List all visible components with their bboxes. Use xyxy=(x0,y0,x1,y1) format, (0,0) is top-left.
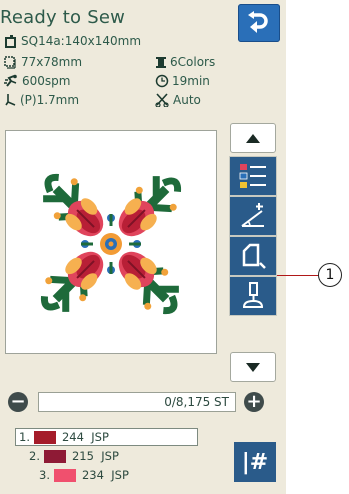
color-list-item[interactable]: 3. 234 JSP xyxy=(39,468,129,482)
presser-foot-row: (P)1.7mm xyxy=(4,93,79,107)
clock-icon xyxy=(155,74,169,88)
callout-line xyxy=(277,275,321,276)
design-preview xyxy=(5,130,217,354)
color-list-item[interactable]: 2. 215 JSP xyxy=(29,449,119,463)
speed-row: 600spm xyxy=(4,74,70,88)
minus-icon: − xyxy=(10,391,26,412)
thread-code: 215 xyxy=(71,449,94,463)
design-size: 77x78mm xyxy=(21,55,83,69)
color-index: 2. xyxy=(29,449,40,463)
triangle-up-icon xyxy=(246,133,260,143)
hoop-trace-icon xyxy=(242,243,266,269)
plus-icon: + xyxy=(246,391,262,412)
thread-cut-mode: Auto xyxy=(173,93,201,107)
color-list-item[interactable]: 1. 244 JSP xyxy=(19,430,109,444)
thread-spool-icon xyxy=(156,56,166,68)
angle-ruler-icon xyxy=(241,203,264,227)
color-swatch xyxy=(33,430,56,444)
back-button[interactable] xyxy=(238,4,280,42)
speed-icon xyxy=(4,74,17,87)
callout-number: 1 xyxy=(318,263,342,287)
stitch-counter-bar: − 0/8,175 ST + xyxy=(8,392,284,414)
color-list-icon xyxy=(239,164,266,188)
design-size-row: 77x78mm xyxy=(4,55,82,69)
design-name: SQ14a:140x140mm xyxy=(21,34,142,48)
embroidery-screen: Ready to Sew SQ14a:140x140mm 77x78mm 6Co… xyxy=(0,0,286,494)
color-count-row: 6Colors xyxy=(155,55,215,69)
jump-stitch-button[interactable]: |# xyxy=(234,442,276,482)
stitch-back-button[interactable]: − xyxy=(8,392,28,412)
size-icon xyxy=(4,55,16,69)
thread-cut-row: Auto xyxy=(155,93,201,107)
thread-brand: JSP xyxy=(101,449,119,463)
color-swatch xyxy=(53,468,76,482)
scroll-down-button[interactable] xyxy=(230,352,276,382)
design-name-row: SQ14a:140x140mm xyxy=(4,34,141,48)
stitch-forward-button[interactable]: + xyxy=(244,392,264,412)
color-swatch xyxy=(43,449,66,463)
page-title: Ready to Sew xyxy=(0,7,126,28)
presser-foot-icon xyxy=(5,94,16,106)
stitch-check-button[interactable] xyxy=(229,276,277,316)
scissors-icon xyxy=(155,93,169,107)
trace-angle-button[interactable] xyxy=(229,196,277,236)
presser-foot-height: (P)1.7mm xyxy=(20,93,80,107)
triangle-down-icon xyxy=(246,362,260,372)
thread-brand: JSP xyxy=(91,430,109,444)
color-index: 1. xyxy=(19,430,30,444)
hoop-icon xyxy=(5,35,16,48)
side-toolbar xyxy=(229,123,277,385)
color-index: 3. xyxy=(39,468,50,482)
time-row: 19min xyxy=(155,74,210,88)
return-arrow-icon xyxy=(248,11,268,33)
embroidery-pattern-image xyxy=(6,131,216,353)
hoop-trace-button[interactable] xyxy=(229,236,277,276)
color-count: 6Colors xyxy=(170,55,216,69)
sewing-speed: 600spm xyxy=(22,74,71,88)
color-list-button[interactable] xyxy=(229,156,277,196)
thread-brand: JSP xyxy=(111,468,129,482)
sewing-time: 19min xyxy=(172,74,210,88)
thread-color-list[interactable]: 1. 244 JSP 2. 215 JSP 3. 234 JSP xyxy=(15,428,215,490)
needle-foot-icon xyxy=(242,282,264,308)
stitch-counter: 0/8,175 ST xyxy=(38,392,236,412)
thread-code: 234 xyxy=(81,468,104,482)
thread-code: 244 xyxy=(61,430,84,444)
scroll-up-button[interactable] xyxy=(230,123,276,153)
